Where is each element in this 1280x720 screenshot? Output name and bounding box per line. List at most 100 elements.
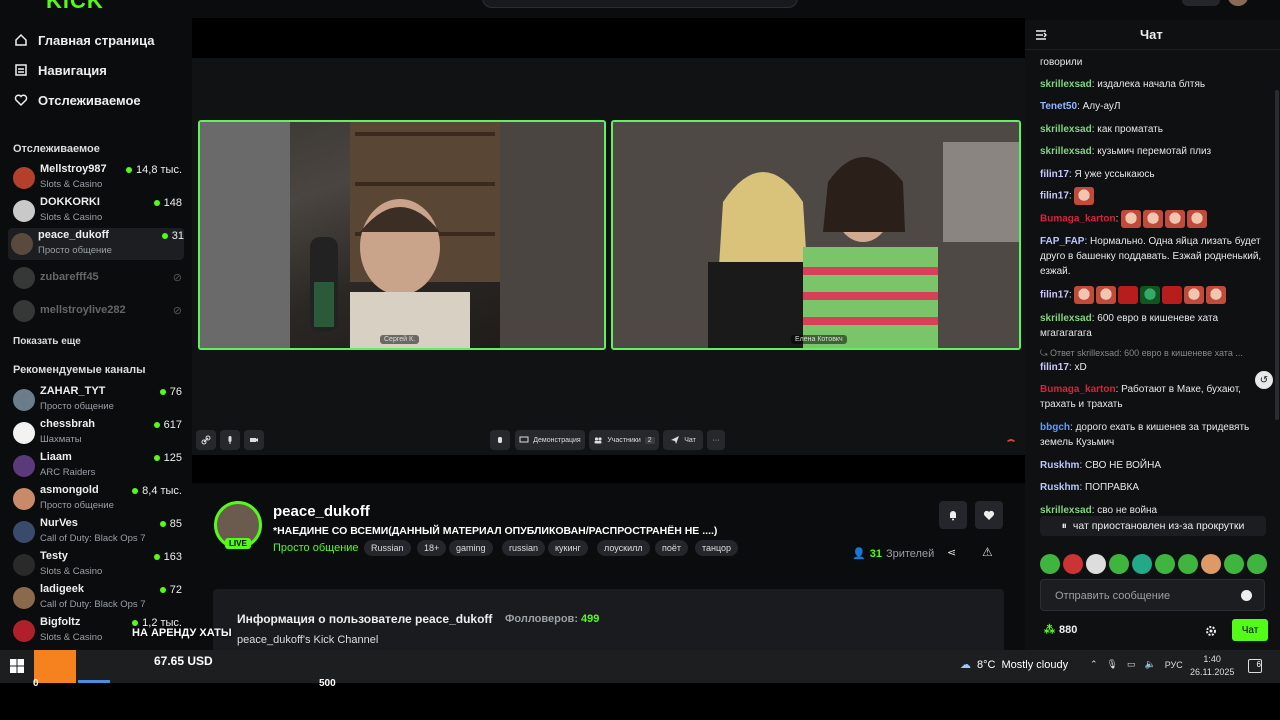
tag[interactable]: поёт: [655, 540, 689, 556]
emote-button[interactable]: [1201, 554, 1221, 574]
raise-hand-button[interactable]: [490, 430, 510, 450]
recommended-channel[interactable]: asmongold Просто общение 8,4 тыс.: [10, 483, 182, 515]
following-channel[interactable]: Mellstroy987 Slots & Casino 14,8 тыс.: [10, 162, 182, 194]
chat-message: filin17: Я уже уссыкаюсь: [1040, 169, 1155, 180]
volume-icon[interactable]: 🔈: [1145, 659, 1156, 670]
notification-icon[interactable]: 6: [1248, 659, 1262, 673]
chat-input-box[interactable]: [1040, 579, 1265, 611]
chat-message: skrillexsad: как проматать: [1040, 124, 1163, 135]
video-player[interactable]: Сергей К. Елена Котовкч Демонстрация Уча…: [192, 18, 1025, 483]
bottom-strip: [0, 683, 1280, 720]
system-clock[interactable]: 1:40 26.11.2025: [1190, 653, 1234, 679]
live-dot: [159, 521, 166, 527]
tag[interactable]: кукинг: [548, 540, 588, 556]
nav-following-label: Отслеживаемое: [38, 92, 141, 108]
avatar: [13, 200, 35, 222]
emote-button[interactable]: [1040, 554, 1060, 574]
browse-icon: [15, 64, 27, 76]
channel-category: Просто общение: [38, 245, 112, 256]
collapse-chat-icon[interactable]: [1034, 28, 1048, 42]
viewer-count: 163: [153, 551, 182, 563]
emote-button[interactable]: [1247, 554, 1267, 574]
leave-call-button[interactable]: [1001, 430, 1021, 450]
microphone-icon[interactable]: 🎙: [1107, 659, 1118, 670]
nav-home[interactable]: Главная страница: [14, 30, 154, 50]
camera-button[interactable]: [244, 430, 264, 450]
chevron-up-icon[interactable]: ⌃: [1090, 659, 1098, 670]
more-button[interactable]: ···: [707, 430, 725, 450]
chat-message-input[interactable]: [1055, 588, 1235, 604]
following-channel[interactable]: DOKKORKI Slots & Casino 148: [10, 195, 182, 227]
recommended-channel[interactable]: ladigeek Call of Duty: Black Ops 7 72: [10, 582, 182, 614]
tag[interactable]: 18+: [417, 540, 447, 556]
emote-button[interactable]: [1109, 554, 1129, 574]
recommended-channel[interactable]: ZAHAR_TYT Просто общение 76: [10, 384, 182, 416]
recommended-channel[interactable]: chessbrah Шахматы 617: [10, 417, 182, 449]
recommended-channel[interactable]: Testy Slots & Casino 163: [10, 549, 182, 581]
emote-button[interactable]: [1063, 554, 1083, 574]
channel-name: zubarefff45: [40, 271, 99, 283]
channel-name: ZAHAR_TYT: [40, 385, 106, 397]
avatar: [13, 521, 35, 543]
pinned-app[interactable]: [34, 650, 76, 680]
emoji-picker-icon[interactable]: [1241, 590, 1252, 601]
following-channel-offline[interactable]: mellstroylive282 ⊘: [10, 295, 182, 327]
participants-button[interactable]: Участники 2: [589, 430, 659, 450]
chat-message: skrillexsad: 600 евро в кишеневе хата мг…: [1040, 313, 1219, 339]
top-menu-button[interactable]: [1182, 0, 1220, 6]
recommended-channel[interactable]: NurVes Call of Duty: Black Ops 7 85: [10, 516, 182, 548]
following-channel-offline[interactable]: zubarefff45 ⊘: [10, 262, 182, 294]
emote-button[interactable]: [1224, 554, 1244, 574]
emote-button[interactable]: [1155, 554, 1175, 574]
reply-scroll-button[interactable]: ↺: [1255, 371, 1273, 389]
chat-header: Чат: [1025, 20, 1280, 50]
report-icon[interactable]: ⚠: [982, 545, 993, 559]
emote: [1206, 286, 1227, 304]
show-more-link[interactable]: Показать еще: [13, 336, 81, 347]
user-avatar[interactable]: [1228, 0, 1248, 6]
emote-button[interactable]: [1178, 554, 1198, 574]
emote-button[interactable]: [1132, 554, 1152, 574]
price-widget: 67.65 USD: [154, 654, 213, 668]
tag[interactable]: Russian: [364, 540, 411, 556]
windows-start-icon[interactable]: [10, 659, 24, 673]
emote: [1184, 286, 1205, 304]
following-channel-active[interactable]: peace_dukoff Просто общение 31: [8, 228, 184, 260]
nav-browse[interactable]: Навигация: [14, 60, 107, 80]
live-dot: [159, 587, 166, 593]
emote-button[interactable]: [1086, 554, 1106, 574]
link-button[interactable]: [196, 430, 216, 450]
live-badge: LIVE: [225, 538, 251, 549]
avatar: [13, 267, 35, 289]
screen-share-button[interactable]: Демонстрация: [515, 430, 585, 450]
send-chat-button[interactable]: Чат: [1232, 619, 1268, 641]
camera-icon: [250, 438, 258, 442]
chat-paused-banner[interactable]: ⏸ чат приостановлен из-за прокрутки: [1040, 516, 1266, 536]
more-icon: ···: [712, 436, 720, 444]
follow-button[interactable]: [975, 501, 1003, 529]
gear-icon[interactable]: [1205, 625, 1217, 637]
tag[interactable]: танцор: [695, 540, 739, 556]
notify-button[interactable]: [939, 501, 967, 529]
share-icon[interactable]: ⋖: [947, 546, 956, 559]
channel-points[interactable]: ⁂ 880: [1044, 623, 1077, 637]
about-description: peace_dukoff's Kick Channel: [237, 634, 379, 646]
mic-button[interactable]: [220, 430, 240, 450]
search-input[interactable]: [482, 0, 798, 8]
tag[interactable]: russian: [502, 540, 546, 556]
chat-toggle-button[interactable]: Чат: [663, 430, 703, 450]
chat-scrollbar[interactable]: [1275, 90, 1279, 420]
nav-following[interactable]: Отслеживаемое: [14, 90, 141, 110]
streamer-name[interactable]: peace_dukoff: [273, 503, 370, 520]
channel-category: Шахматы: [40, 434, 82, 445]
language-indicator[interactable]: РУС: [1165, 660, 1183, 670]
network-icon[interactable]: ▭: [1127, 659, 1136, 670]
tag[interactable]: gaming: [449, 540, 493, 556]
emote: [1162, 286, 1183, 304]
viewer-count: 125: [153, 452, 182, 464]
kick-logo[interactable]: KICK: [46, 0, 104, 14]
weather-widget[interactable]: ☁ 8°C Mostly cloudy: [960, 658, 1068, 672]
recommended-channel[interactable]: Liaam ARC Raiders 125: [10, 450, 182, 482]
tag[interactable]: лоускилл: [597, 540, 650, 556]
stream-category[interactable]: Просто общение: [273, 542, 359, 554]
